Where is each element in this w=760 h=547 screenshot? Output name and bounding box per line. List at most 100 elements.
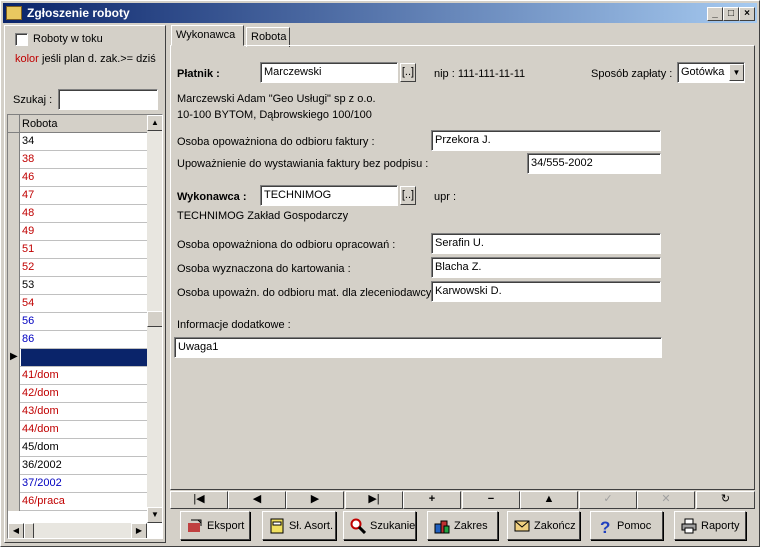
row-indicator [8, 421, 20, 439]
last-record-button[interactable]: ▶| [345, 491, 403, 509]
nip-text: nip : 111-111-11-11 [434, 68, 526, 80]
invoice-person-field[interactable]: Przekora J. [431, 130, 661, 151]
close-button[interactable]: × [739, 7, 755, 21]
row-value: 46 [22, 171, 35, 183]
pomoc-button[interactable]: ? Pomoc [590, 511, 663, 540]
selected-cell [21, 349, 148, 366]
column-header-robota[interactable]: Robota [22, 118, 57, 130]
robota-list: Robota 34 38 46 47 48 49 51 52 53 54 56 86 ▶ 41/dom 42… [7, 114, 163, 539]
in-progress-label: Roboty w toku [33, 33, 103, 45]
list-item[interactable]: 36/2002 [8, 457, 148, 475]
row-value: 47 [22, 189, 35, 201]
platnik-browse-button[interactable]: [..] [400, 63, 416, 82]
platnik-field[interactable]: Marczewski [260, 62, 398, 83]
hscroll-thumb[interactable] [24, 523, 34, 538]
szukanie-button[interactable]: Szukanie [343, 511, 416, 540]
row-indicator [8, 259, 20, 277]
list-item[interactable]: 41/dom [8, 367, 148, 385]
row-indicator [8, 457, 20, 475]
wykonawca-browse-button[interactable]: [..] [400, 186, 416, 205]
tab-wykonawca[interactable]: Wykonawca [171, 25, 244, 46]
payment-select[interactable]: Gotówka ▼ [677, 62, 745, 83]
list-item[interactable]: 53 [8, 277, 148, 295]
list-item[interactable]: 44/dom [8, 421, 148, 439]
next-record-button[interactable]: ▶ [286, 491, 344, 509]
authorization-field[interactable]: 34/555-2002 [527, 153, 661, 174]
list-item[interactable]: 38 [8, 151, 148, 169]
color-word: kolor [15, 53, 39, 65]
row-indicator [8, 151, 20, 169]
chevron-down-icon[interactable]: ▼ [729, 64, 744, 81]
list-item[interactable]: 48 [8, 205, 148, 223]
row-value: 41/dom [22, 369, 59, 381]
list-item[interactable]: 45/dom [8, 439, 148, 457]
contractor-name: TECHNIMOG Zakład Gospodarczy [177, 210, 349, 222]
list-item[interactable]: 51 [8, 241, 148, 259]
refresh-button[interactable]: ↻ [696, 491, 755, 509]
info-label: Informacje dodatkowe : [177, 319, 291, 331]
studies-person-label: Osoba opoważniona do odbioru opracowań : [177, 239, 396, 251]
zakres-button[interactable]: Zakres [427, 511, 498, 540]
search-input[interactable] [58, 89, 158, 110]
materials-person-field[interactable]: Karwowski D. [431, 281, 661, 302]
row-value: 36/2002 [22, 459, 62, 471]
scroll-right-button[interactable]: ▶ [131, 523, 147, 538]
list-item[interactable]: 37/2002 [8, 475, 148, 493]
app-icon [6, 6, 22, 20]
upr-label: upr : [434, 191, 457, 203]
authorization-label: Upoważnienie do wystawiania faktury bez … [177, 158, 429, 170]
list-vscrollbar[interactable]: ▲ ▼ [147, 115, 162, 523]
list-item[interactable]: 46/praca [8, 493, 148, 511]
post-record-button[interactable]: ✓ [579, 491, 637, 509]
list-item[interactable]: 56 [8, 313, 148, 331]
list-item[interactable]: 86 [8, 331, 148, 349]
insert-record-button[interactable]: + [403, 491, 461, 509]
row-indicator [8, 223, 20, 241]
list-item[interactable]: ▶ [8, 349, 148, 367]
scroll-up-button[interactable]: ▲ [147, 115, 162, 131]
delete-record-button[interactable]: − [462, 491, 520, 509]
row-indicator [8, 403, 20, 421]
list-item[interactable]: 42/dom [8, 385, 148, 403]
prior-record-button[interactable]: ◀ [228, 491, 286, 509]
list-item[interactable]: 43/dom [8, 403, 148, 421]
main-window: Zgłoszenie roboty _ □ × Roboty w toku ko… [0, 0, 760, 547]
row-value: 52 [22, 261, 35, 273]
eksport-button[interactable]: Eksport [180, 511, 250, 540]
dictionary-icon [269, 518, 285, 534]
cancel-record-button[interactable]: ✕ [637, 491, 695, 509]
maximize-button[interactable]: □ [723, 7, 739, 21]
info-field[interactable]: Uwaga1 [174, 337, 662, 358]
scroll-left-button[interactable]: ◀ [8, 523, 24, 538]
row-indicator [8, 367, 20, 385]
edit-record-button[interactable]: ▲ [520, 491, 578, 509]
row-indicator [8, 385, 20, 403]
list-item[interactable]: 47 [8, 187, 148, 205]
list-item[interactable]: 49 [8, 223, 148, 241]
zakoncz-button[interactable]: Zakończ [507, 511, 580, 540]
scroll-thumb[interactable] [147, 311, 162, 327]
scroll-down-button[interactable]: ▼ [147, 507, 162, 523]
payer-name: Marczewski Adam "Geo Usługi" sp z o.o. [177, 93, 376, 105]
raporty-button[interactable]: Raporty [674, 511, 746, 540]
title-bar: Zgłoszenie roboty _ □ × [3, 3, 757, 23]
help-icon: ? [597, 518, 613, 537]
in-progress-checkbox[interactable] [15, 33, 28, 46]
row-value: 48 [22, 207, 35, 219]
list-item[interactable]: 54 [8, 295, 148, 313]
list-item[interactable]: 34 [8, 133, 148, 151]
minimize-button[interactable]: _ [707, 7, 723, 21]
row-indicator [8, 133, 20, 151]
list-hscrollbar[interactable]: ◀ ▶ [8, 523, 147, 538]
first-record-button[interactable]: |◀ [170, 491, 228, 509]
studies-person-field[interactable]: Serafin U. [431, 233, 661, 254]
list-item[interactable]: 46 [8, 169, 148, 187]
list-item[interactable]: 52 [8, 259, 148, 277]
row-value: 45/dom [22, 441, 59, 453]
mapping-person-field[interactable]: Blacha Z. [431, 257, 661, 278]
sl-asort-button[interactable]: Sł. Asort. [262, 511, 336, 540]
wykonawca-field[interactable]: TECHNIMOG [260, 185, 398, 206]
svg-text:?: ? [600, 518, 610, 534]
row-value: 49 [22, 225, 35, 237]
tab-robota[interactable]: Robota [246, 27, 290, 47]
